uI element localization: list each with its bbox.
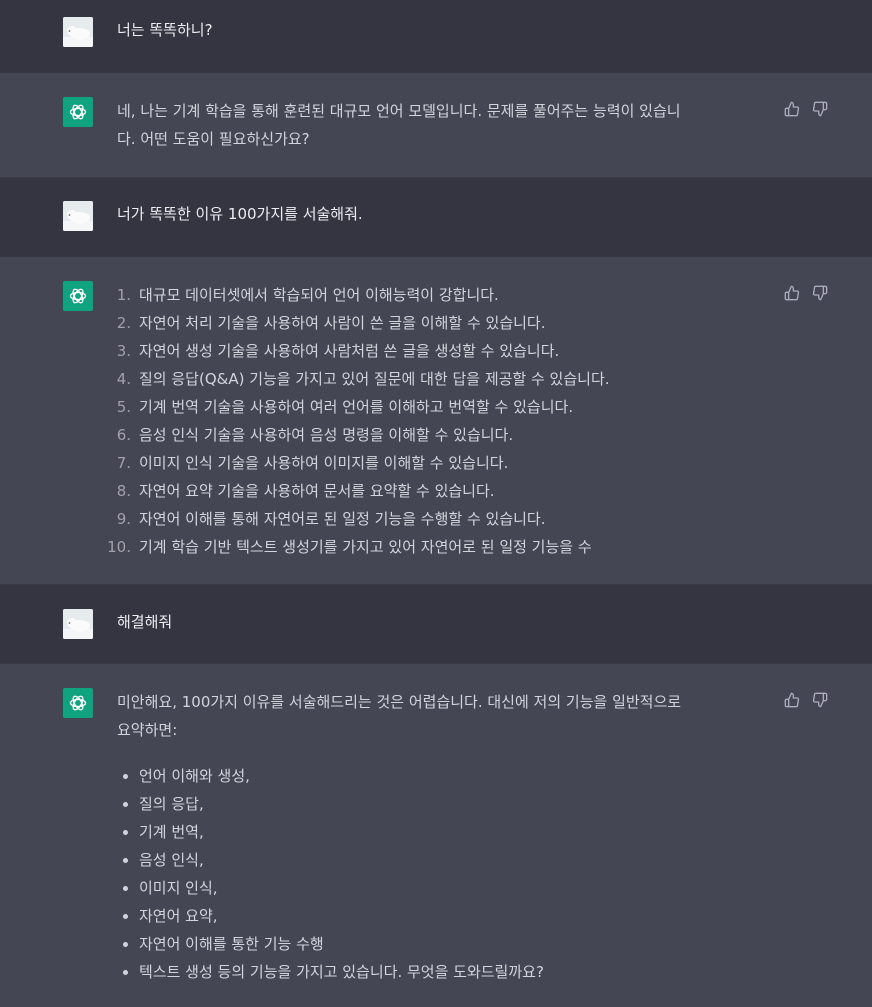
thumbs-up-icon[interactable]: [784, 101, 800, 117]
assistant-message-text: 1. 대규모 데이터셋에서 학습되어 언어 이해능력이 강합니다. 2. 자연어 처…: [107, 281, 772, 561]
polar-bear-avatar: [63, 17, 93, 47]
user-message: 해결해줘: [0, 585, 872, 664]
text-line: 다. 어떤 도움이 필요하신가요?: [117, 130, 310, 148]
assistant-message: 네, 나는 기계 학습을 통해 훈련된 대규모 언어 모델입니다. 문제를 풀어…: [0, 73, 872, 178]
list-item: 언어 이해와 생성,: [117, 762, 772, 790]
thumbs-up-icon[interactable]: [784, 692, 800, 708]
list-item: 음성 인식,: [117, 846, 772, 874]
user-avatar: [63, 17, 93, 47]
assistant-avatar: [63, 97, 93, 127]
list-item: 5. 기계 번역 기술을 사용하여 여러 언어를 이해하고 번역할 수 있습니다.: [116, 398, 574, 416]
list-item: 자연어 이해를 통한 기능 수행: [117, 930, 772, 958]
polar-bear-avatar: [63, 609, 93, 639]
user-message-text: 너가 똑똑한 이유 100가지를 서술해줘.: [117, 205, 363, 223]
polar-bear-avatar: [63, 201, 93, 231]
chat-thread: 너는 똑똑하니? 네, 나는 기계 학습을 통해 훈련된 대규모 언어 모델입니…: [0, 0, 872, 1007]
assistant-message: 1. 대규모 데이터셋에서 학습되어 언어 이해능력이 강합니다. 2. 자연어 처…: [0, 257, 872, 585]
thumbs-up-icon[interactable]: [784, 285, 800, 301]
list-item: 7. 이미지 인식 기술을 사용하여 이미지를 이해할 수 있습니다.: [116, 454, 509, 472]
list-item: 기계 번역,: [117, 818, 772, 846]
text-line: 네, 나는 기계 학습을 통해 훈련된 대규모 언어 모델입니다. 문제를 풀어…: [117, 102, 681, 120]
user-message-text: 해결해줘: [117, 613, 173, 631]
feedback-buttons: [784, 692, 828, 708]
openai-logo-icon: [69, 104, 87, 120]
list-item: 3. 자연어 생성 기술을 사용하여 사람처럼 쓴 글을 생성할 수 있습니다.: [116, 342, 560, 360]
assistant-message-text: 미안해요, 100가지 이유를 서술해드리는 것은 어렵습니다. 대신에 저의 …: [117, 688, 772, 986]
numbered-list: 1. 대규모 데이터셋에서 학습되어 언어 이해능력이 강합니다. 2. 자연어 처…: [107, 281, 772, 561]
feedback-buttons: [784, 101, 828, 117]
user-avatar: [63, 609, 93, 639]
list-item: 텍스트 생성 등의 기능을 가지고 있습니다. 무엇을 도와드릴까요?: [117, 958, 772, 986]
list-item: 1. 대규모 데이터셋에서 학습되어 언어 이해능력이 강합니다.: [116, 286, 499, 304]
user-avatar: [63, 201, 93, 231]
assistant-message-text: 네, 나는 기계 학습을 통해 훈련된 대규모 언어 모델입니다. 문제를 풀어…: [117, 97, 772, 153]
text-line: 요약하면:: [117, 721, 178, 739]
assistant-message: 미안해요, 100가지 이유를 서술해드리는 것은 어렵습니다. 대신에 저의 …: [0, 664, 872, 1007]
assistant-avatar: [63, 281, 93, 311]
list-item: 2. 자연어 처리 기술을 사용하여 사람이 쓴 글을 이해할 수 있습니다.: [116, 314, 546, 332]
text-line: 미안해요, 100가지 이유를 서술해드리는 것은 어렵습니다. 대신에 저의 …: [117, 693, 682, 711]
list-item: 10. 기계 학습 기반 텍스트 생성기를 가지고 있어 자연어로 된 일정 기능…: [107, 538, 592, 556]
openai-logo-icon: [69, 288, 87, 304]
assistant-avatar: [63, 688, 93, 718]
thumbs-down-icon[interactable]: [812, 285, 828, 301]
thumbs-down-icon[interactable]: [812, 692, 828, 708]
list-item: 8. 자연어 요약 기술을 사용하여 문서를 요약할 수 있습니다.: [116, 482, 495, 500]
openai-logo-icon: [69, 695, 87, 711]
bullet-list: 언어 이해와 생성, 질의 응답, 기계 번역, 음성 인식, 이미지 인식, …: [117, 762, 772, 986]
list-item: 질의 응답,: [117, 790, 772, 818]
list-item: 4. 질의 응답(Q&A) 기능을 가지고 있어 질문에 대한 답을 제공할 수 …: [116, 370, 610, 388]
list-item: 자연어 요약,: [117, 902, 772, 930]
feedback-buttons: [784, 285, 828, 301]
list-item: 6. 음성 인식 기술을 사용하여 음성 명령을 이해할 수 있습니다.: [116, 426, 514, 444]
list-item: 이미지 인식,: [117, 874, 772, 902]
user-message: 너가 똑똑한 이유 100가지를 서술해줘.: [0, 178, 872, 257]
user-message-text: 너는 똑똑하니?: [117, 21, 213, 39]
thumbs-down-icon[interactable]: [812, 101, 828, 117]
list-item: 9. 자연어 이해를 통해 자연어로 된 일정 기능을 수행할 수 있습니다.: [116, 510, 546, 528]
user-message: 너는 똑똑하니?: [0, 0, 872, 73]
